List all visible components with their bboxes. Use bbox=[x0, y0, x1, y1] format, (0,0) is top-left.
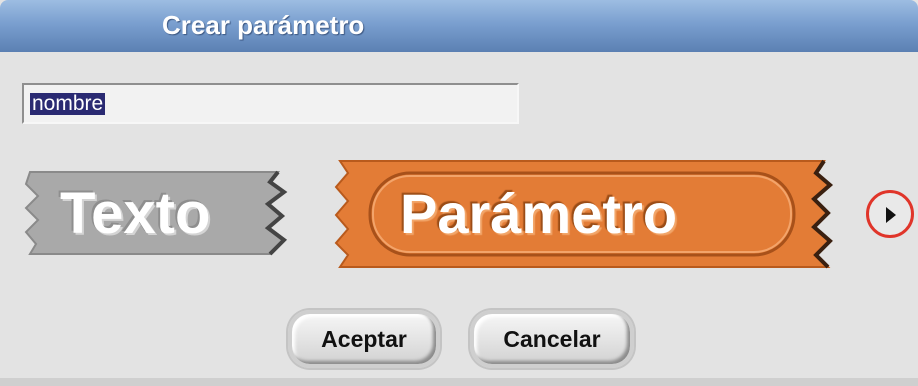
next-type-button[interactable] bbox=[866, 190, 914, 238]
text-block-label: Texto bbox=[60, 181, 211, 246]
parameter-block-label: Parámetro bbox=[400, 182, 678, 245]
triangle-right-icon bbox=[886, 207, 896, 223]
parameter-block-option[interactable]: Parámetro bbox=[330, 157, 842, 275]
dialog-titlebar[interactable]: Crear parámetro bbox=[0, 0, 918, 52]
parameter-name-input[interactable]: nombre bbox=[22, 83, 519, 124]
parameter-name-value[interactable]: nombre bbox=[30, 93, 106, 115]
dialog-title: Crear parámetro bbox=[162, 10, 365, 40]
create-parameter-dialog: Crear parámetro nombre Texto Parámetro A… bbox=[0, 0, 918, 386]
text-block-option[interactable]: Texto bbox=[22, 168, 294, 260]
accept-button[interactable]: Aceptar bbox=[288, 310, 440, 368]
cancel-button[interactable]: Cancelar bbox=[470, 310, 634, 368]
dialog-bottom-edge bbox=[0, 378, 918, 386]
